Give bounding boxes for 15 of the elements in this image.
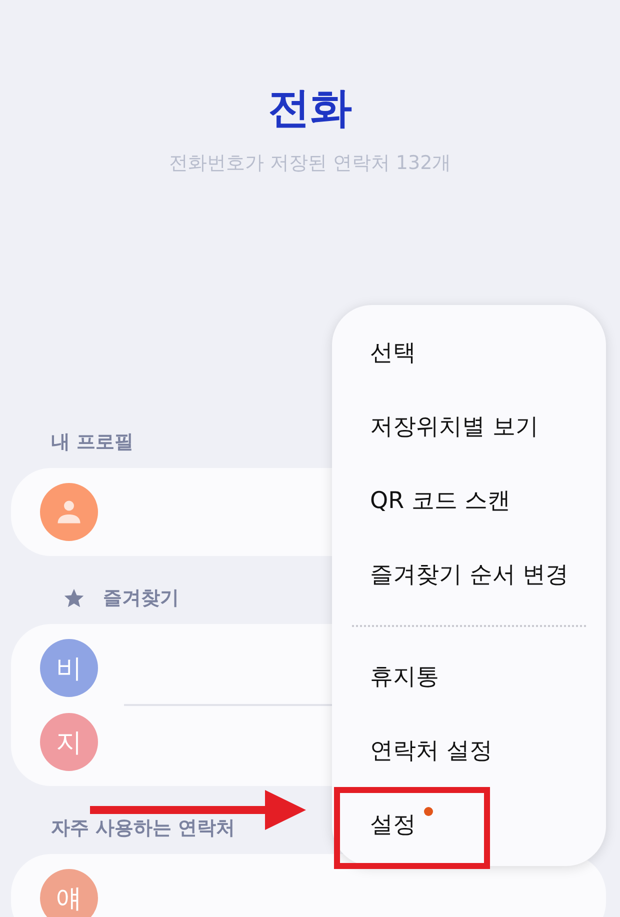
section-label: 즐겨찾기 xyxy=(103,586,179,611)
menu-item[interactable]: 선택 xyxy=(332,336,416,368)
section-label: 내 프로필 xyxy=(51,430,134,455)
menu-item[interactable]: 연락처 설정 xyxy=(332,734,492,766)
menu-item[interactable]: 휴지통 xyxy=(332,660,439,692)
avatar-initial: 지 xyxy=(56,726,82,760)
menu-item[interactable]: QR 코드 스캔 xyxy=(332,484,511,516)
contact-count: 전화번호가 저장된 연락처 132개 xyxy=(168,151,452,176)
page-title: 전화 xyxy=(268,82,352,134)
menu-item[interactable]: 저장위치별 보기 xyxy=(332,410,538,442)
menu-item[interactable]: 설정 xyxy=(332,808,416,840)
menu-item[interactable]: 즐겨찾기 순서 변경 xyxy=(332,558,569,590)
avatar-initial: 얘 xyxy=(56,882,82,916)
section-label: 자주 사용하는 연락처 xyxy=(51,816,236,841)
avatar-initial: 비 xyxy=(56,652,82,686)
